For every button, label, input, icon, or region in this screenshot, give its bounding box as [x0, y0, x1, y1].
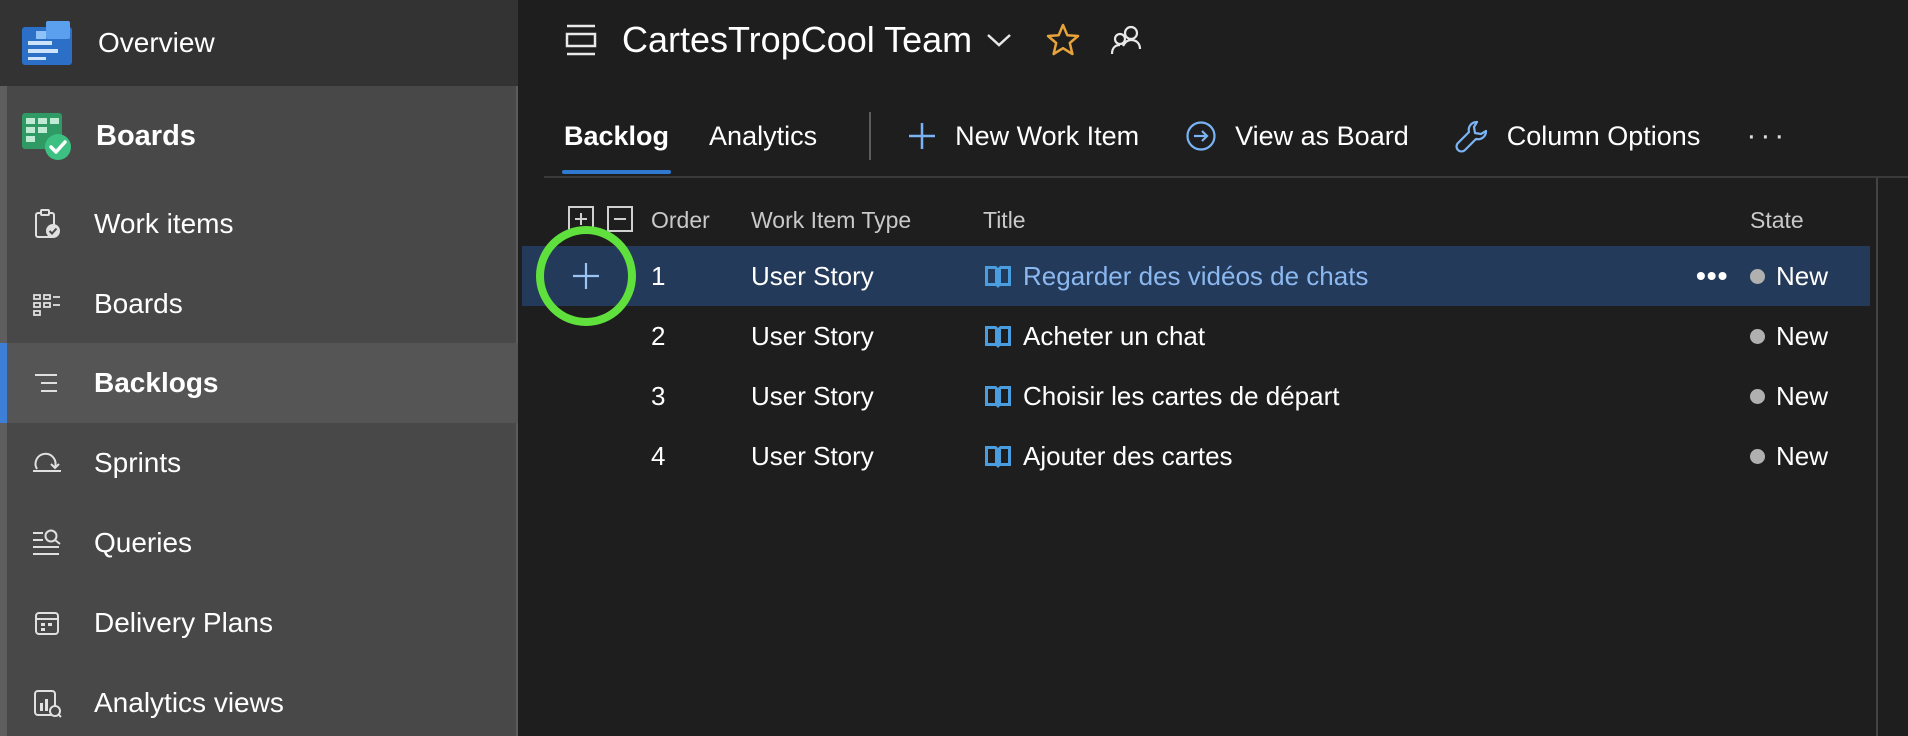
view-as-board-button[interactable]: View as Board: [1185, 120, 1409, 152]
pivot-bar: Backlog Analytics New Work Item View as …: [520, 96, 1908, 176]
user-story-icon: [983, 383, 1013, 409]
work-item-title-link[interactable]: Acheter un chat: [1023, 321, 1205, 352]
table-row[interactable]: 3 User Story Choisir les cartes de dépar…: [522, 366, 1870, 426]
table-row[interactable]: 4 User Story Ajouter des cartes New: [522, 426, 1870, 486]
row-state: New: [1750, 246, 1828, 306]
overview-icon: [22, 21, 72, 65]
sidebar-item-sprints[interactable]: Sprints: [0, 423, 518, 503]
sidebar-hub-label: Boards: [96, 119, 196, 152]
state-dot: [1750, 448, 1765, 464]
boards-hub-icon: [22, 111, 72, 161]
tab-analytics[interactable]: Analytics: [709, 96, 817, 176]
pivot-separator: [869, 112, 872, 160]
queries-icon: [0, 529, 94, 557]
state-dot: [1750, 388, 1765, 404]
table-row[interactable]: 2 User Story Acheter un chat New: [522, 306, 1870, 366]
sidebar-overview-label: Overview: [98, 27, 215, 58]
row-type: User Story: [751, 440, 874, 471]
column-options-label: Column Options: [1506, 120, 1701, 151]
row-order: 2: [651, 320, 666, 351]
state-dot: [1750, 268, 1765, 284]
user-story-icon: [983, 263, 1013, 289]
sidebar-item-queries[interactable]: Queries: [0, 503, 518, 583]
sidebar-item-backlogs[interactable]: Backlogs: [0, 343, 518, 423]
user-story-icon: [983, 443, 1013, 469]
arrow-circle-right-icon: [1185, 120, 1217, 152]
delivery-plans-icon: [0, 609, 94, 637]
sidebar-item-label: Queries: [94, 527, 193, 558]
row-title[interactable]: Regarder des vidéos de chats: [983, 246, 1368, 306]
team-members-icon[interactable]: [1110, 24, 1142, 56]
boards-icon: [0, 292, 94, 316]
row-order: 4: [651, 440, 666, 471]
sidebar-item-label: Backlogs: [94, 367, 219, 398]
sidebar-item-label: Analytics views: [94, 687, 284, 718]
sidebar-hub-boards[interactable]: Boards: [0, 86, 518, 186]
sidebar-item-label: Delivery Plans: [94, 607, 273, 638]
user-story-icon: [983, 323, 1013, 349]
main-content: CartesTropCool Team Backlog Analytics Ne…: [520, 0, 1908, 736]
star-icon[interactable]: [1046, 23, 1080, 57]
sidebar-item-analytics-views[interactable]: Analytics views: [0, 663, 518, 736]
sidebar-item-boards[interactable]: Boards: [0, 264, 518, 344]
team-backlog-icon: [564, 23, 598, 57]
team-header: CartesTropCool Team: [520, 0, 1908, 80]
more-commands-button[interactable]: ···: [1746, 119, 1788, 153]
column-header-state[interactable]: State: [1750, 196, 1804, 244]
column-header-title[interactable]: Title: [983, 196, 1026, 244]
row-state: New: [1750, 366, 1828, 426]
sprints-icon: [0, 451, 94, 475]
row-order: 3: [651, 380, 666, 411]
grid-header: Order Work Item Type Title State: [520, 196, 1876, 244]
grid-right-border: [1876, 178, 1878, 736]
row-title[interactable]: Acheter un chat: [983, 306, 1205, 366]
row-order: 1: [651, 260, 666, 291]
new-work-item-label: New Work Item: [955, 120, 1140, 151]
work-items-icon: [0, 208, 94, 240]
sidebar-item-overview[interactable]: Overview: [0, 0, 518, 86]
backlogs-icon: [0, 372, 94, 394]
table-row[interactable]: 1 User Story Regarder des vidéos de chat…: [522, 226, 1870, 326]
row-state-label: New: [1776, 440, 1829, 471]
tab-backlog[interactable]: Backlog: [561, 96, 672, 176]
row-state-label: New: [1776, 260, 1829, 291]
row-state-label: New: [1776, 320, 1829, 351]
sidebar-item-label: Sprints: [94, 447, 182, 478]
analytics-views-icon: [0, 688, 94, 718]
row-type: User Story: [751, 260, 874, 291]
column-options-button[interactable]: Column Options: [1455, 119, 1701, 153]
row-state: New: [1750, 306, 1828, 366]
work-item-title-link[interactable]: Ajouter des cartes: [1023, 441, 1233, 472]
new-work-item-button[interactable]: New Work Item: [907, 121, 1139, 152]
row-title[interactable]: Choisir les cartes de départ: [983, 366, 1339, 426]
sidebar: Overview Boards Work items Boards Backlo…: [0, 0, 518, 736]
column-header-order[interactable]: Order: [651, 196, 710, 244]
work-item-title-link[interactable]: Choisir les cartes de départ: [1023, 381, 1339, 412]
state-dot: [1750, 328, 1765, 344]
sidebar-item-label: Work items: [94, 208, 234, 239]
row-state: New: [1750, 426, 1828, 486]
row-type: User Story: [751, 380, 874, 411]
row-more-button[interactable]: •••: [1696, 246, 1728, 306]
row-state-label: New: [1776, 380, 1829, 411]
work-item-title-link[interactable]: Regarder des vidéos de chats: [1023, 261, 1368, 292]
chevron-down-icon[interactable]: [986, 32, 1012, 48]
row-title[interactable]: Ajouter des cartes: [983, 426, 1233, 486]
row-type: User Story: [751, 320, 874, 351]
team-name: CartesTropCool Team: [622, 19, 973, 60]
column-header-type[interactable]: Work Item Type: [751, 196, 911, 244]
collapse-all-icon[interactable]: [607, 206, 633, 232]
sidebar-item-work-items[interactable]: Work items: [0, 184, 518, 264]
app: Overview Boards Work items Boards Backlo…: [0, 0, 1908, 736]
plus-icon: [907, 121, 937, 151]
wrench-icon: [1455, 119, 1489, 153]
header-divider: [544, 176, 1908, 178]
view-as-board-label: View as Board: [1235, 120, 1409, 151]
sidebar-item-label: Boards: [94, 288, 183, 319]
sidebar-item-delivery-plans[interactable]: Delivery Plans: [0, 583, 518, 663]
